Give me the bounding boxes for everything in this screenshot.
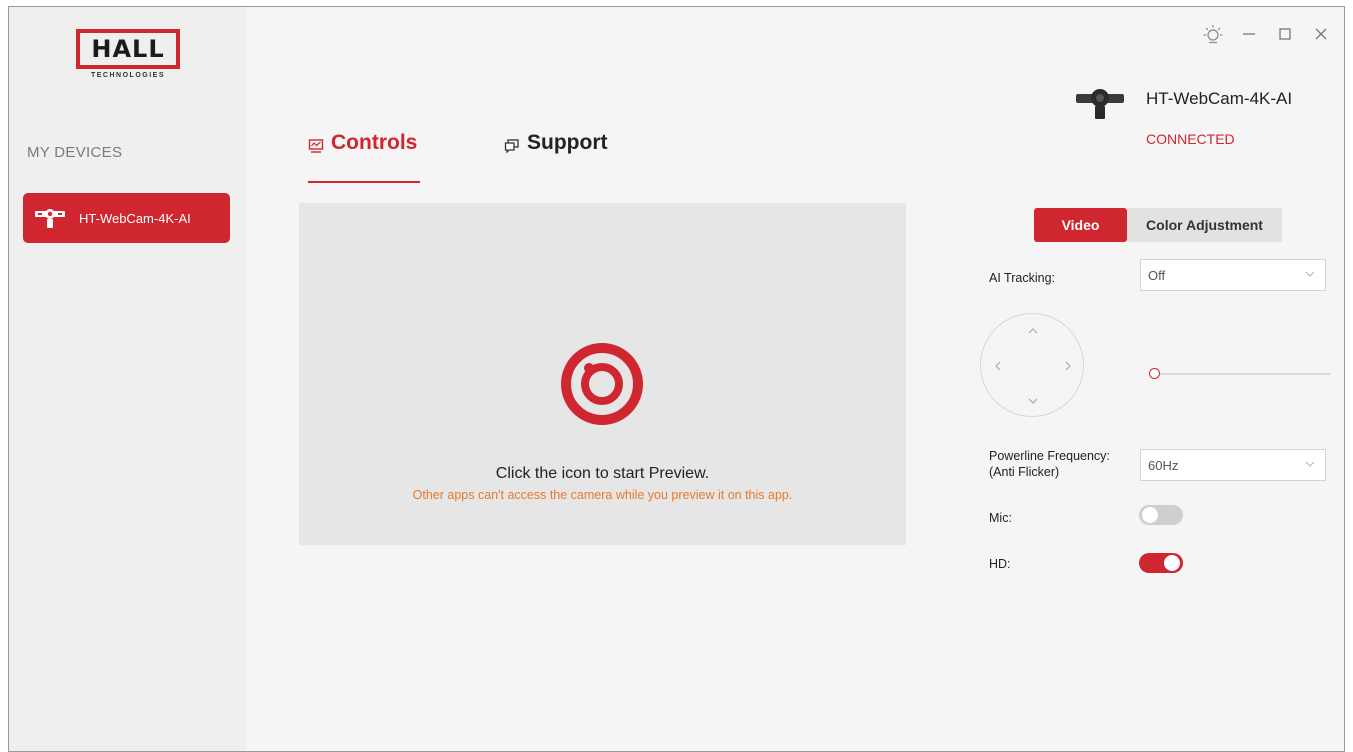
controls-icon xyxy=(308,139,324,153)
ai-tracking-label: AI Tracking: xyxy=(989,271,1055,285)
powerline-select[interactable]: 60Hz xyxy=(1140,449,1326,481)
minimize-icon[interactable] xyxy=(1238,23,1260,45)
ai-tracking-select[interactable]: Off xyxy=(1140,259,1326,291)
settings-tabs: Video Color Adjustment xyxy=(1034,208,1282,242)
close-icon[interactable] xyxy=(1310,23,1332,45)
brightness-icon[interactable] xyxy=(1202,23,1224,45)
zoom-slider-thumb[interactable] xyxy=(1149,368,1160,379)
mic-toggle[interactable] xyxy=(1139,505,1183,525)
zoom-slider-track[interactable] xyxy=(1155,373,1331,375)
tab-support[interactable]: Support xyxy=(504,131,607,183)
toggle-knob xyxy=(1164,555,1180,571)
app-window: HALL TECHNOLOGIES MY DEVICES HT-WebCam-4… xyxy=(8,6,1345,752)
support-icon xyxy=(504,139,519,154)
powerline-label: Powerline Frequency: (Anti Flicker) xyxy=(989,448,1110,480)
tab-video[interactable]: Video xyxy=(1034,208,1127,242)
my-devices-heading: MY DEVICES xyxy=(27,144,123,161)
logo-subtext: TECHNOLOGIES xyxy=(90,72,165,79)
ptz-up-icon[interactable] xyxy=(1024,322,1042,340)
sidebar: HALL TECHNOLOGIES MY DEVICES HT-WebCam-4… xyxy=(9,7,247,751)
tab-controls-label: Controls xyxy=(331,131,418,154)
ptz-left-icon[interactable] xyxy=(989,357,1007,375)
mic-label: Mic: xyxy=(989,511,1012,525)
preview-note: Other apps can't access the camera while… xyxy=(412,488,793,502)
tab-support-label: Support xyxy=(527,131,608,154)
logo-wordmark: HALL xyxy=(76,29,180,69)
webcam-icon xyxy=(35,209,65,228)
hall-logo: HALL TECHNOLOGIES xyxy=(73,29,183,89)
window-controls xyxy=(1202,23,1332,45)
sidebar-device-item[interactable]: HT-WebCam-4K-AI xyxy=(23,193,230,243)
ptz-down-icon[interactable] xyxy=(1024,392,1042,410)
hd-label: HD: xyxy=(989,557,1011,571)
device-name: HT-WebCam-4K-AI xyxy=(1146,89,1293,108)
maximize-icon[interactable] xyxy=(1274,23,1296,45)
ptz-right-icon[interactable] xyxy=(1059,357,1077,375)
tab-controls[interactable]: Controls xyxy=(308,131,420,183)
chevron-down-icon xyxy=(1305,271,1315,277)
powerline-value: 60Hz xyxy=(1148,457,1179,473)
connection-status: CONNECTED xyxy=(1146,131,1235,147)
powerline-label-line1: Powerline Frequency: xyxy=(989,449,1110,463)
preview-title: Click the icon to start Preview. xyxy=(495,465,710,482)
webcam-icon xyxy=(1076,89,1124,119)
toggle-knob xyxy=(1142,507,1158,523)
powerline-label-line2: (Anti Flicker) xyxy=(989,465,1060,479)
ptz-control-pad xyxy=(980,313,1084,417)
preview-area: Click the icon to start Preview. Other a… xyxy=(299,203,906,545)
tab-color-adjustment[interactable]: Color Adjustment xyxy=(1127,208,1282,242)
chevron-down-icon xyxy=(1305,461,1315,467)
preview-start-icon[interactable] xyxy=(559,341,645,427)
ai-tracking-value: Off xyxy=(1148,267,1166,283)
hd-toggle[interactable] xyxy=(1139,553,1183,573)
device-item-label: HT-WebCam-4K-AI xyxy=(79,210,191,226)
